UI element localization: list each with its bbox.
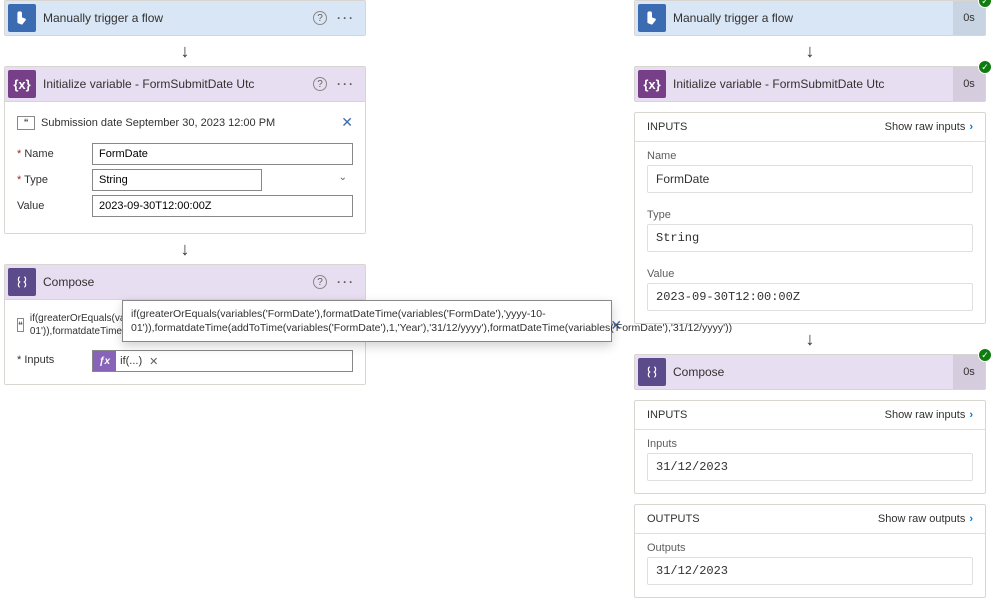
action-title: Manually trigger a flow — [669, 11, 985, 25]
name-value: FormDate — [647, 165, 973, 193]
action-header[interactable]: Compose ? ··· — [5, 265, 365, 299]
help-icon[interactable]: ? — [313, 275, 327, 289]
name-input[interactable] — [92, 143, 353, 165]
name-label: * Name — [17, 148, 92, 160]
token-remove-icon[interactable]: ✕ — [146, 355, 161, 368]
flow-arrow: ↓ — [0, 42, 370, 60]
value-label: Value — [17, 200, 92, 212]
finger-press-icon — [638, 4, 666, 32]
success-check-icon: ✓ — [978, 348, 992, 362]
action-title: Compose — [39, 275, 313, 289]
help-icon[interactable]: ? — [313, 11, 327, 25]
finger-press-icon — [8, 4, 36, 32]
result-action-trigger[interactable]: Manually trigger a flow 0s ✓ — [634, 0, 986, 36]
more-menu-icon[interactable]: ··· — [337, 77, 355, 91]
close-icon[interactable]: ✕ — [341, 114, 353, 131]
inputs-value: 31/12/2023 — [647, 453, 973, 481]
action-title: Initialize variable - FormSubmitDate Utc — [39, 77, 313, 91]
show-raw-inputs-link[interactable]: Show raw inputs› — [885, 121, 973, 133]
name-label: Name — [647, 150, 973, 162]
action-description: Submission date September 30, 2023 12:00… — [41, 117, 333, 129]
inputs-section: INPUTS Show raw inputs› Name FormDate Ty… — [634, 112, 986, 324]
variable-icon: {x} — [8, 70, 36, 98]
outputs-value: 31/12/2023 — [647, 557, 973, 585]
action-title: Manually trigger a flow — [39, 11, 313, 25]
success-check-icon: ✓ — [978, 0, 992, 8]
value-label: Value — [647, 268, 973, 280]
action-header[interactable]: {x} Initialize variable - FormSubmitDate… — [5, 67, 365, 101]
comment-icon: ❝ — [17, 116, 35, 130]
more-menu-icon[interactable]: ··· — [337, 11, 355, 25]
type-value: String — [647, 224, 973, 252]
flow-arrow: ↓ — [630, 42, 990, 60]
variable-icon: {x} — [638, 70, 666, 98]
help-icon[interactable]: ? — [313, 77, 327, 91]
chevron-down-icon: ⌄ — [339, 172, 347, 183]
expression-token: if(...) — [116, 355, 146, 367]
compose-icon — [8, 268, 36, 296]
show-raw-outputs-link[interactable]: Show raw outputs› — [878, 513, 973, 525]
run-results-pane: Manually trigger a flow 0s ✓ ↓ {x} Initi… — [630, 0, 990, 598]
outputs-label: Outputs — [647, 542, 973, 554]
type-label: Type — [647, 209, 973, 221]
success-check-icon: ✓ — [978, 60, 992, 74]
flow-arrow: ↓ — [0, 240, 370, 258]
inputs-label: * Inputs — [17, 354, 92, 366]
action-title: Initialize variable - FormSubmitDate Utc — [669, 77, 985, 91]
section-title: INPUTS — [647, 121, 687, 133]
action-header[interactable]: {x} Initialize variable - FormSubmitDate… — [635, 67, 985, 101]
action-body: ❝ Submission date September 30, 2023 12:… — [5, 101, 365, 233]
section-title: INPUTS — [647, 409, 687, 421]
value-value: 2023-09-30T12:00:00Z — [647, 283, 973, 311]
value-input[interactable] — [92, 195, 353, 217]
action-title: Compose — [669, 365, 985, 379]
compose-icon — [638, 358, 666, 386]
type-select[interactable] — [92, 169, 262, 191]
section-title: OUTPUTS — [647, 513, 700, 525]
type-label: * Type — [17, 174, 92, 186]
compose-outputs-section: OUTPUTS Show raw outputs› Outputs 31/12/… — [634, 504, 986, 598]
inputs-expression-input[interactable]: ƒx if(...) ✕ — [92, 350, 353, 372]
inputs-label: Inputs — [647, 438, 973, 450]
action-trigger[interactable]: Manually trigger a flow ? ··· — [4, 0, 366, 36]
result-action-compose: Compose 0s ✓ — [634, 354, 986, 390]
expression-tooltip: if(greaterOrEquals(variables('FormDate')… — [122, 300, 612, 342]
fx-icon: ƒx — [93, 351, 116, 371]
result-action-init-variable: {x} Initialize variable - FormSubmitDate… — [634, 66, 986, 102]
action-header[interactable]: Compose 0s — [635, 355, 985, 389]
action-init-variable: {x} Initialize variable - FormSubmitDate… — [4, 66, 366, 234]
show-raw-inputs-link[interactable]: Show raw inputs› — [885, 409, 973, 421]
comment-icon: ❝ — [17, 318, 24, 332]
compose-inputs-section: INPUTS Show raw inputs› Inputs 31/12/202… — [634, 400, 986, 494]
more-menu-icon[interactable]: ··· — [337, 275, 355, 289]
